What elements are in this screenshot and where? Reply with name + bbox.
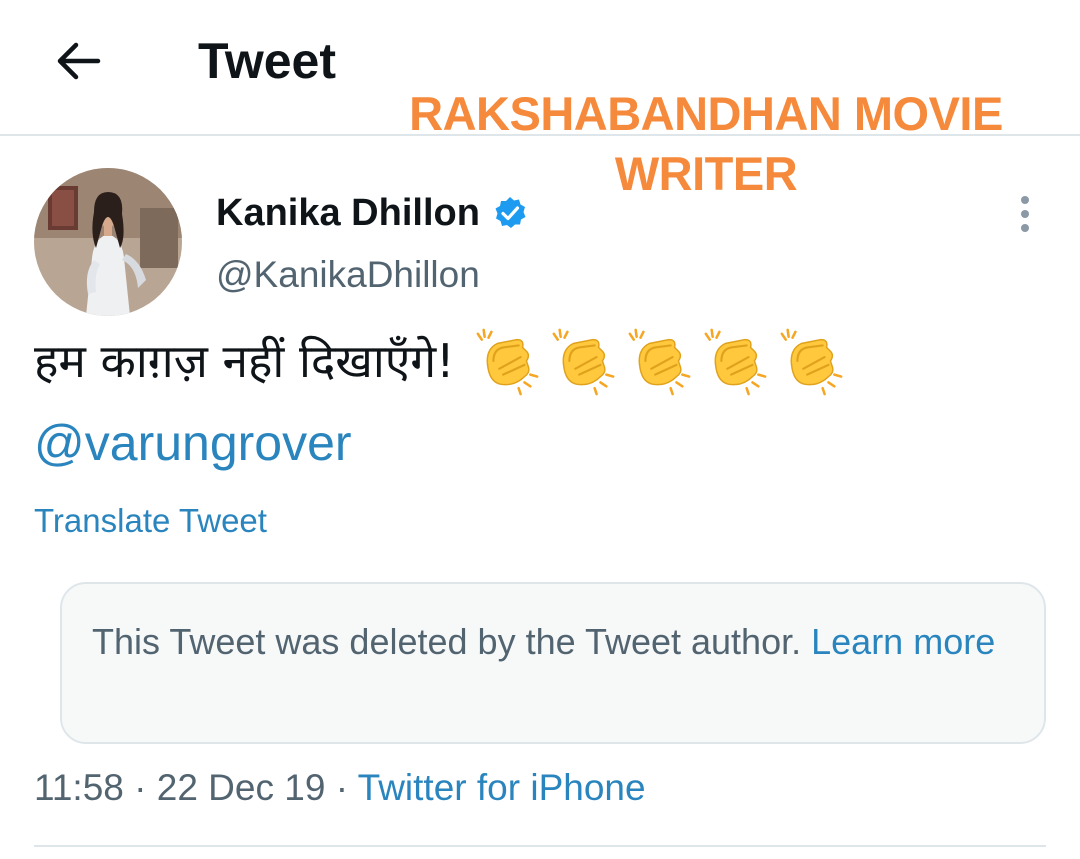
clapping-hands-icon [704, 328, 767, 396]
meta-separator: · [134, 767, 147, 808]
deleted-quote-text: This Tweet was deleted by the Tweet auth… [92, 614, 1022, 670]
clapping-hands-icon [552, 328, 615, 396]
mention-link[interactable]: @varungrover [34, 412, 352, 474]
clapping-hands-icon [476, 328, 539, 396]
user-avatar [34, 168, 182, 316]
more-vertical-icon [1021, 196, 1029, 232]
clapping-hands-icon [628, 328, 691, 396]
author-name[interactable]: Kanika Dhillon [216, 190, 528, 236]
learn-more-link[interactable]: Learn more [811, 621, 995, 662]
translate-tweet-link[interactable]: Translate Tweet [34, 500, 267, 542]
meta-separator: · [335, 767, 349, 808]
page-title: Tweet [198, 33, 336, 89]
tweet-meta: 11:58 · 22 Dec 19 · Twitter for iPhone [34, 764, 646, 812]
author-name-text: Kanika Dhillon [216, 192, 480, 234]
author-handle[interactable]: @KanikaDhillon [216, 252, 480, 298]
bottom-divider [34, 845, 1046, 847]
tweet-text: हम काग़ज़ नहीं दिखाएँगे! [34, 326, 1044, 396]
deleted-quote-message: This Tweet was deleted by the Tweet auth… [92, 621, 802, 662]
emoji-row [469, 326, 849, 396]
tweet-date: 22 Dec 19 [156, 767, 326, 808]
arrow-left-icon [57, 42, 101, 80]
verified-badge-icon [495, 197, 526, 228]
tweet-source-link[interactable]: Twitter for iPhone [358, 767, 646, 808]
back-button[interactable] [48, 34, 108, 88]
tweet-time: 11:58 [34, 767, 124, 808]
more-options-button[interactable] [1006, 192, 1044, 236]
tweet-text-body: हम काग़ज़ नहीं दिखाएँगे! [34, 334, 455, 388]
avatar[interactable] [34, 168, 182, 316]
clapping-hands-icon [780, 328, 843, 396]
deleted-quote-card: This Tweet was deleted by the Tweet auth… [60, 582, 1046, 744]
overlay-caption: RAKSHABANDHAN MOVIE WRITER [409, 87, 1003, 200]
